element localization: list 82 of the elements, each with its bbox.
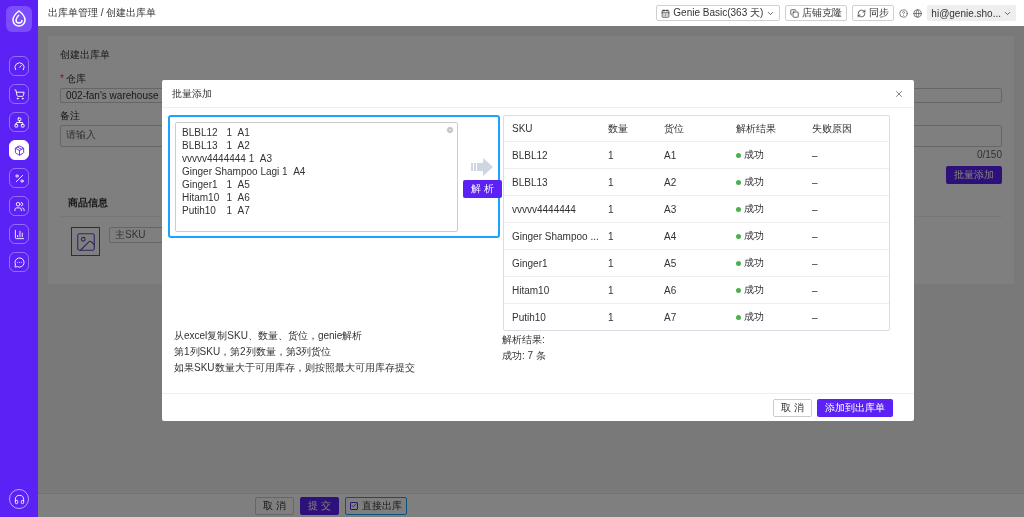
globe-icon[interactable] [913,8,923,18]
field-label: 仓库 [65,73,86,84]
table-cell-text: – [812,149,819,161]
bar-chart-icon[interactable] [9,224,29,244]
hint-text: 第1列SKU，第2列数量，第3列货位 [174,345,333,359]
add-to-order-button[interactable]: 添加到出库单 [817,398,893,417]
paste-field[interactable]: BLBL12 1 A1 BLBL13 1 A2 vvvvv4444444 1 A3 Ginger Shampoo Lagi 1 A4 Ginger1 1 A5 Hitam10 1 A6 Putih10 1 A7 [175,122,458,232]
table-cell-text: – [812,257,819,269]
parse-button[interactable]: 解 析 [463,180,502,198]
table-cell-text: BLBL13 [512,176,549,188]
table-cell-text: A1 [664,149,678,161]
result-title: 解析结果: [502,333,546,347]
required-mark: * [60,73,64,84]
table-cell-text: Hitam10 [512,284,551,296]
checkbox[interactable] [349,501,358,510]
status-cell: 成功 [736,148,812,162]
status-cell: 成功 [736,202,812,216]
table-cell-text: Putih10 [512,311,547,323]
table-cell-text: 1 [608,230,615,242]
cart-icon[interactable] [9,84,29,104]
sync-button[interactable]: 同步 [852,5,895,21]
logo [6,6,32,32]
column-header: 数量 [608,121,629,136]
calendar-icon [661,8,671,18]
table-cell-text: 1 [608,284,615,296]
table-cell-text: A2 [664,176,678,188]
users-icon[interactable] [9,196,29,216]
field-label: 备注 [60,109,81,123]
table-cell-text: 1 [608,311,615,323]
page-title: 创建出库单 [60,48,111,62]
table-cell-text: vvvvv4444444 [512,203,577,215]
org-chart-icon[interactable] [9,112,29,132]
submit-button[interactable]: 提 交 [300,496,339,515]
arrow-icon [471,158,494,176]
chat-icon[interactable] [9,252,29,272]
status-cell: 成功 [736,229,812,243]
direct-checkbox[interactable]: 直接出库 [344,496,407,515]
status-cell: 成功 [736,175,812,189]
table-cell-text: A6 [664,284,678,296]
status-cell: 成功 [736,283,812,297]
status-cell: 成功 [736,256,812,270]
gauge-icon[interactable] [9,56,29,76]
table-cell-text: Ginger1 [512,257,549,269]
table-cell-text: – [812,284,819,296]
table-cell-text: A5 [664,257,678,269]
column-header: 货位 [664,121,685,136]
cancel-button[interactable]: 取 消 [255,496,294,515]
hint-text: 从excel复制SKU、数量、货位，genie解析 [174,329,364,343]
status-cell: 成功 [736,310,812,324]
image-icon [71,227,100,256]
char-counter: 0/150 [976,149,1002,160]
refresh-icon [857,8,867,18]
column-header: 解析结果 [736,121,777,136]
box-icon[interactable] [9,140,29,160]
table-cell-text: 1 [608,176,615,188]
column-header: SKU [512,123,534,134]
table-cell-text: A3 [664,203,678,215]
dialog-title: 批量添加 [172,86,212,101]
copy-icon [790,8,800,18]
close-icon[interactable] [894,88,904,99]
batch-add-button[interactable]: 批量添加 [946,166,1002,184]
table-cell-text: 1 [608,149,615,161]
table-cell-text: – [812,311,819,323]
column-header: 失败原因 [812,121,853,136]
table-cell-text: – [812,230,819,242]
table-cell-text: Ginger Shampoo ... [512,230,600,242]
percent-icon[interactable] [9,168,29,188]
table-cell-text: – [812,176,819,188]
table-cell-text: 1 [608,257,615,269]
table-cell-text: A4 [664,230,678,242]
result-summary: 成功: 7 条 [502,349,547,363]
clone-button[interactable]: 店铺克隆 [785,5,848,21]
table-cell-text: – [812,203,819,215]
help-icon[interactable] [899,8,909,18]
user-menu[interactable]: hi@genie.sho... [927,5,1016,21]
table-cell-text: BLBL12 [512,149,549,161]
table-cell-text: A7 [664,311,678,323]
cancel-button[interactable]: 取 消 [773,398,812,417]
plan-select[interactable]: Genie Basic(363 天) [656,5,781,21]
hint-text: 如果SKU数量大于可用库存，则按照最大可用库存提交 [174,361,416,375]
breadcrumb: 出库单管理 / 创建出库单 [48,6,158,20]
table-cell-text: 1 [608,203,615,215]
